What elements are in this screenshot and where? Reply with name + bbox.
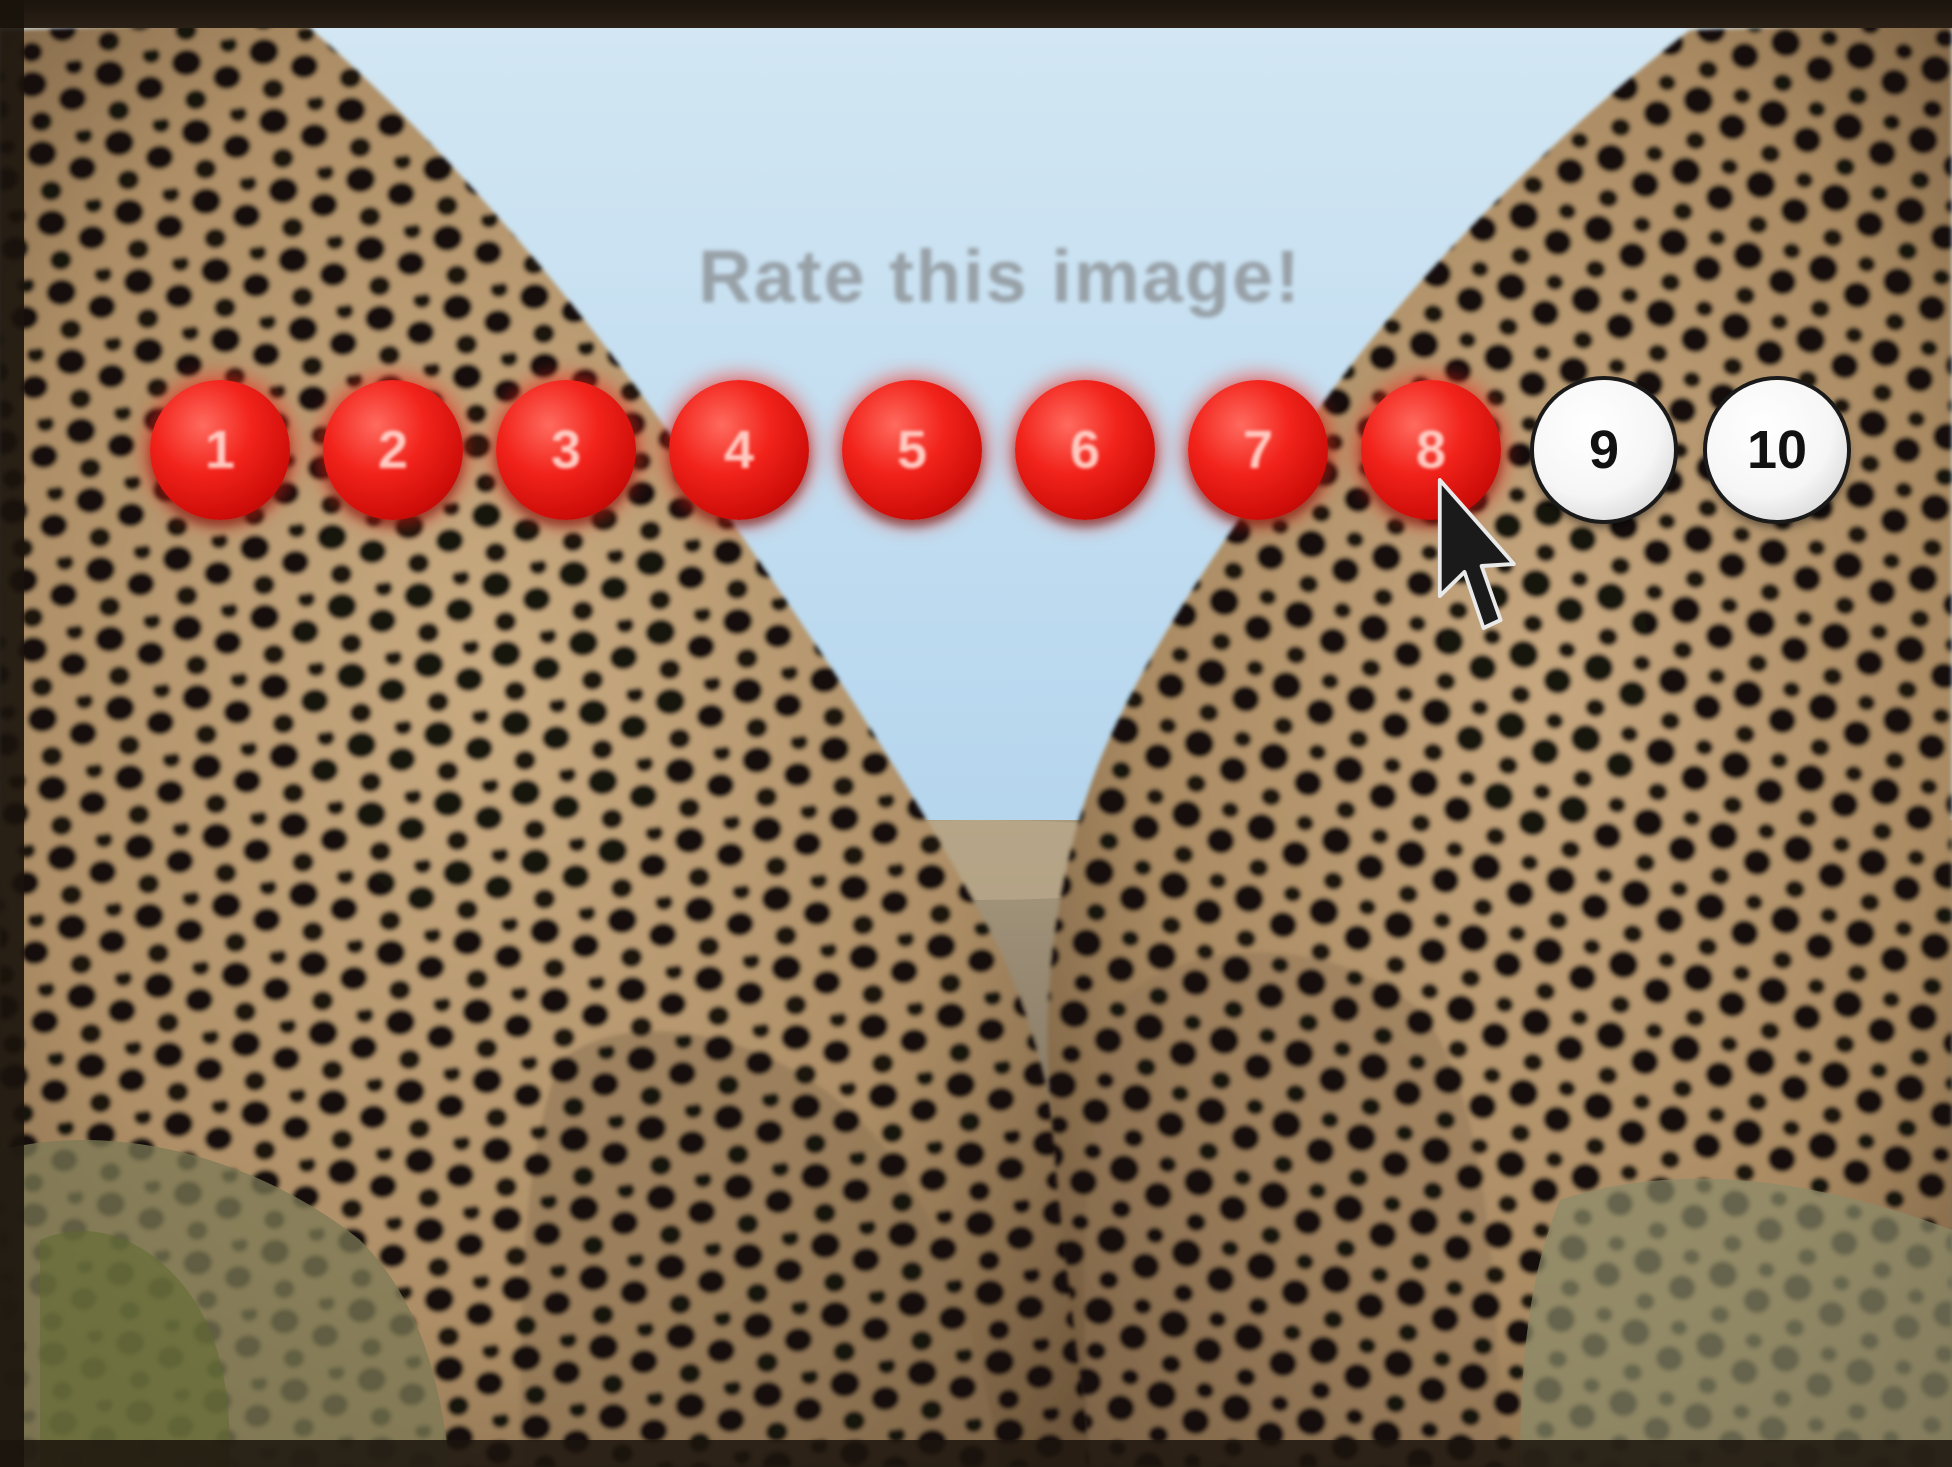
rating-ball-1[interactable]: 1 — [150, 380, 290, 520]
rating-prompt: Rate this image! — [698, 235, 1302, 318]
rating-ball-10[interactable]: 10 — [1707, 380, 1847, 520]
rating-ball-4[interactable]: 4 — [669, 380, 809, 520]
rating-ball-label: 3 — [550, 420, 582, 480]
rating-ball-5[interactable]: 5 — [842, 380, 982, 520]
arrow-cursor-icon — [1437, 478, 1516, 630]
rating-ball-label: 6 — [1069, 420, 1101, 480]
frame-bottom-edge — [0, 1440, 1952, 1467]
rating-ball-7[interactable]: 7 — [1188, 380, 1328, 520]
frame-top-edge — [0, 0, 1952, 28]
rating-ball-6[interactable]: 6 — [1015, 380, 1155, 520]
rating-ball-label: 10 — [1746, 420, 1808, 480]
rating-ball-label: 1 — [204, 420, 236, 480]
rating-ball-3[interactable]: 3 — [496, 380, 636, 520]
rating-scale[interactable]: 1 2 3 4 5 6 7 8 9 10 — [150, 380, 1850, 520]
rating-ball-9[interactable]: 9 — [1534, 380, 1674, 520]
rating-ball-label: 4 — [723, 420, 755, 480]
rating-ball-label: 9 — [1588, 420, 1620, 480]
screen: Rate this image! 1 2 3 4 5 6 7 8 9 10 — [0, 0, 1952, 1467]
rating-ball-label: 7 — [1242, 420, 1274, 480]
frame-left-edge — [0, 0, 24, 1467]
rating-ball-label: 5 — [896, 420, 928, 480]
rating-ball-label: 2 — [377, 420, 409, 480]
background-photo — [0, 0, 1952, 1467]
rating-ball-2[interactable]: 2 — [323, 380, 463, 520]
